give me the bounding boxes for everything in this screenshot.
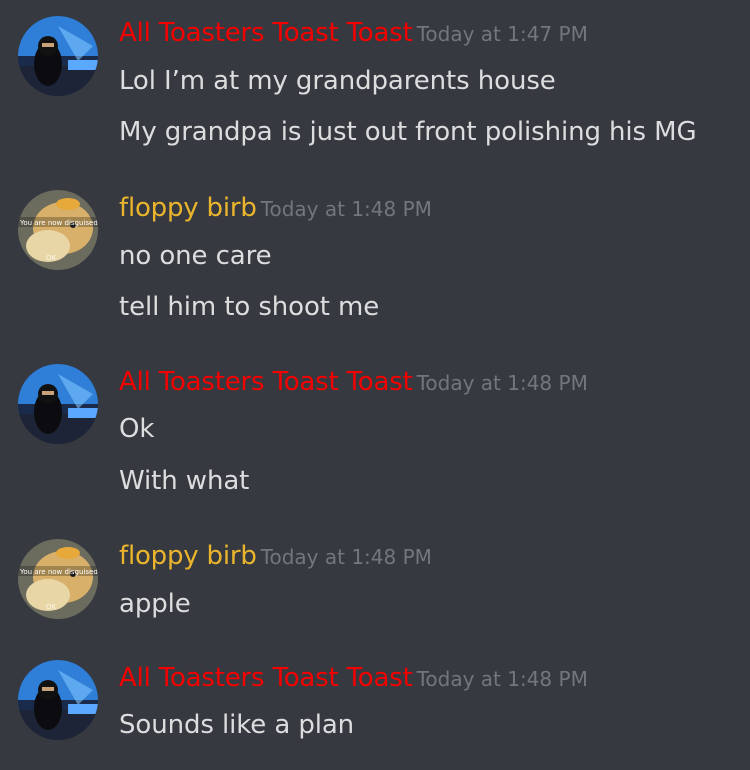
svg-text:OK: OK bbox=[46, 603, 57, 611]
message-header: floppy birb Today at 1:48 PM bbox=[119, 541, 432, 571]
avatar[interactable]: You are now disguised OK bbox=[18, 190, 98, 270]
avatar-caption: You are now disguised bbox=[19, 219, 98, 227]
toaster-avatar-image bbox=[18, 364, 98, 444]
message-text: Lol I’m at my grandparents house bbox=[119, 66, 556, 96]
timestamp: Today at 1:48 PM bbox=[416, 667, 588, 691]
avatar[interactable]: You are now disguised OK bbox=[18, 539, 98, 619]
bird-avatar-image: You are now disguised OK bbox=[18, 190, 98, 270]
toaster-avatar-image bbox=[18, 660, 98, 740]
message-text: Sounds like a plan bbox=[119, 710, 355, 740]
message-text: Ok bbox=[119, 414, 155, 444]
timestamp: Today at 1:48 PM bbox=[260, 197, 432, 221]
username[interactable]: floppy birb bbox=[119, 193, 257, 223]
message-text: no one care bbox=[119, 241, 272, 271]
message-header: All Toasters Toast Toast Today at 1:47 PM bbox=[119, 18, 588, 48]
message-text: apple bbox=[119, 589, 191, 619]
bird-avatar-image: You are now disguised OK bbox=[18, 539, 98, 619]
username[interactable]: floppy birb bbox=[119, 541, 257, 571]
timestamp: Today at 1:47 PM bbox=[416, 22, 588, 46]
message-text: tell him to shoot me bbox=[119, 292, 380, 322]
avatar[interactable] bbox=[18, 364, 98, 444]
timestamp: Today at 1:48 PM bbox=[416, 371, 588, 395]
avatar[interactable] bbox=[18, 660, 98, 740]
avatar[interactable] bbox=[18, 16, 98, 96]
message-text: With what bbox=[119, 466, 250, 496]
message-header: All Toasters Toast Toast Today at 1:48 PM bbox=[119, 663, 588, 693]
username[interactable]: All Toasters Toast Toast bbox=[119, 367, 413, 397]
message-header: All Toasters Toast Toast Today at 1:48 PM bbox=[119, 367, 588, 397]
message-header: floppy birb Today at 1:48 PM bbox=[119, 193, 432, 223]
toaster-avatar-image bbox=[18, 16, 98, 96]
message-text: My grandpa is just out front polishing h… bbox=[119, 117, 697, 147]
username[interactable]: All Toasters Toast Toast bbox=[119, 18, 413, 48]
username[interactable]: All Toasters Toast Toast bbox=[119, 663, 413, 693]
timestamp: Today at 1:48 PM bbox=[260, 545, 432, 569]
svg-text:OK: OK bbox=[46, 254, 57, 262]
avatar-caption: You are now disguised bbox=[19, 568, 98, 576]
